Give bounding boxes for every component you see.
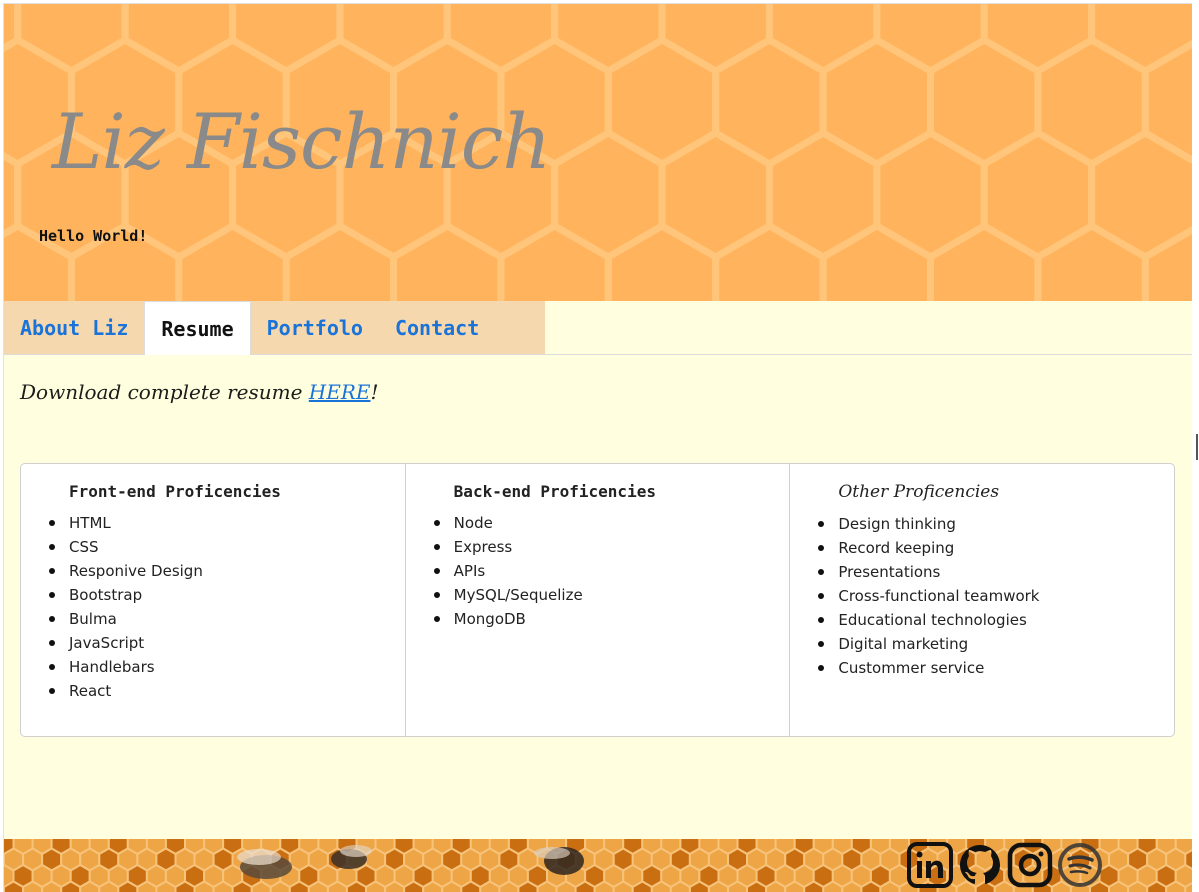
frontend-card: Front-end Proficencies HTML CSS Responiv… xyxy=(21,464,406,736)
download-text: Download complete resume xyxy=(20,380,309,404)
spotify-icon[interactable] xyxy=(1056,841,1104,889)
list-item: MySQL/Sequelize xyxy=(433,583,790,607)
other-heading: Other Proficencies xyxy=(838,482,1000,502)
hero-header: Liz Fischnich Hello World! xyxy=(4,4,1192,301)
download-suffix: ! xyxy=(370,380,379,404)
tab-about[interactable]: About Liz xyxy=(4,301,144,354)
tab-bar: About Liz Resume Portfolo Contact xyxy=(4,301,1192,355)
list-item: Responive Design xyxy=(49,559,405,583)
list-item: HTML xyxy=(49,511,405,535)
linkedin-icon[interactable] xyxy=(906,841,954,889)
list-item: JavaScript xyxy=(49,631,405,655)
footer xyxy=(4,839,1192,892)
tab-list: About Liz Resume Portfolo Contact xyxy=(4,301,545,355)
list-item: CSS xyxy=(49,535,405,559)
tab-resume[interactable]: Resume xyxy=(144,301,251,355)
tab-contact[interactable]: Contact xyxy=(379,301,495,354)
other-card: Other Proficencies Design thinking Recor… xyxy=(790,464,1174,736)
social-links xyxy=(906,841,1104,889)
github-icon[interactable] xyxy=(956,841,1004,889)
list-item: Cross-functional teamwork xyxy=(818,584,1174,608)
other-list: Design thinking Record keeping Presentat… xyxy=(818,512,1174,680)
page-frame: Liz Fischnich Hello World! About Liz Res… xyxy=(3,3,1192,892)
backend-list: Node Express APIs MySQL/Sequelize MongoD… xyxy=(433,511,790,631)
site-subtitle: Hello World! xyxy=(39,227,148,245)
proficiency-cards: Front-end Proficencies HTML CSS Responiv… xyxy=(20,463,1175,737)
list-item: Custommer service xyxy=(818,656,1174,680)
list-item: Node xyxy=(433,511,790,535)
scrollbar-thumb[interactable] xyxy=(1196,434,1198,460)
download-resume-link[interactable]: HERE xyxy=(309,380,371,404)
list-item: APIs xyxy=(433,559,790,583)
list-item: Record keeping xyxy=(818,536,1174,560)
list-item: Express xyxy=(433,535,790,559)
tab-portfolio[interactable]: Portfolo xyxy=(251,301,379,354)
list-item: Educational technologies xyxy=(818,608,1174,632)
frontend-list: HTML CSS Responive Design Bootstrap Bulm… xyxy=(49,511,405,703)
backend-heading: Back-end Proficencies xyxy=(453,482,656,501)
list-item: MongoDB xyxy=(433,607,790,631)
list-item: Handlebars xyxy=(49,655,405,679)
list-item: Bulma xyxy=(49,607,405,631)
list-item: Bootstrap xyxy=(49,583,405,607)
frontend-heading: Front-end Proficencies xyxy=(69,482,281,501)
download-resume-line: Download complete resume HERE! xyxy=(20,380,379,404)
list-item: React xyxy=(49,679,405,703)
backend-card: Back-end Proficencies Node Express APIs … xyxy=(406,464,791,736)
list-item: Digital marketing xyxy=(818,632,1174,656)
instagram-icon[interactable] xyxy=(1006,841,1054,889)
list-item: Design thinking xyxy=(818,512,1174,536)
list-item: Presentations xyxy=(818,560,1174,584)
site-title: Liz Fischnich xyxy=(52,97,551,186)
